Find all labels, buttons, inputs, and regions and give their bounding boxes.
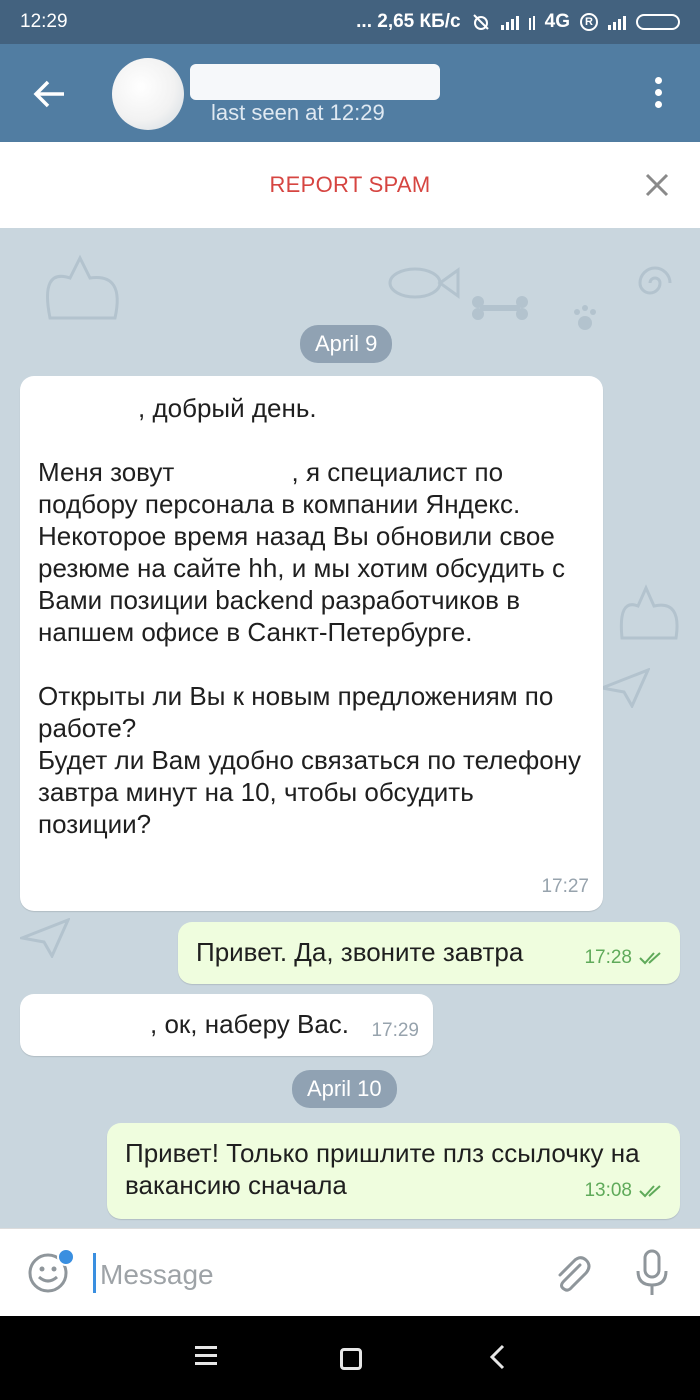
message-time: 17:28	[584, 947, 632, 968]
cat-doodle-icon-2	[619, 584, 679, 640]
system-nav-bar	[0, 1316, 700, 1400]
notification-dot	[57, 1248, 75, 1266]
cat-doodle-icon	[46, 254, 119, 320]
message-meta: 13:08	[584, 1175, 666, 1207]
signal-icon-2	[608, 14, 626, 30]
message-input[interactable]	[98, 1251, 522, 1299]
redacted-name	[38, 398, 138, 423]
outgoing-message[interactable]: Привет. Да, звоните завтра 17:28	[178, 922, 680, 984]
microphone-icon[interactable]	[632, 1247, 672, 1299]
fish-doodle-icon	[388, 267, 460, 299]
text-cursor	[93, 1253, 96, 1293]
message-text: , ок, наберу Вас.	[150, 1009, 350, 1039]
message-time: 17:29	[371, 1020, 419, 1041]
message-meta: 17:29	[371, 1015, 419, 1047]
date-separator: April 9	[300, 325, 393, 363]
swirl-doodle-icon	[638, 266, 672, 295]
network-type: 4G	[544, 11, 570, 32]
recent-apps-icon[interactable]	[195, 1346, 217, 1366]
alarm-off-icon	[472, 14, 489, 30]
double-check-icon	[639, 952, 661, 965]
data-arrows-icon	[528, 14, 535, 30]
menu-dots-icon[interactable]	[646, 74, 670, 114]
message-text: , добрый день. Меня зовут , я специалист…	[38, 393, 582, 839]
report-spam-bar: REPORT SPAM	[0, 142, 700, 228]
status-indicators: ... 2,65 КБ/с 4G R	[356, 11, 680, 33]
status-time: 12:29	[20, 11, 68, 32]
last-seen-status: last seen at 12:29	[211, 100, 385, 125]
message-time: 17:27	[541, 876, 589, 897]
redacted-name-2	[181, 462, 292, 487]
incoming-message[interactable]: , добрый день. Меня зовут , я специалист…	[20, 376, 603, 911]
network-speed: ... 2,65 КБ/с	[356, 11, 461, 32]
back-arrow-icon[interactable]	[30, 74, 70, 114]
roaming-icon: R	[580, 13, 598, 31]
plane-doodle-icon-2	[20, 918, 70, 958]
home-icon[interactable]	[340, 1348, 362, 1370]
bone-doodle-icon	[472, 296, 528, 320]
battery-icon	[636, 14, 680, 30]
date-separator: April 10	[292, 1070, 397, 1108]
attach-icon[interactable]	[550, 1251, 594, 1295]
redacted-name	[38, 1014, 150, 1039]
close-icon[interactable]	[644, 172, 670, 198]
incoming-message[interactable]: , ок, наберу Вас. 17:29	[20, 994, 433, 1056]
chat-header: last seen at 12:29	[0, 44, 700, 142]
double-check-icon	[639, 1185, 661, 1198]
status-bar: 12:29 ... 2,65 КБ/с 4G R	[0, 0, 700, 44]
outgoing-message[interactable]: Привет! Только пришлите плз ссылочку на …	[107, 1123, 680, 1219]
paw-doodle-icon	[574, 305, 596, 330]
nav-back-icon[interactable]	[488, 1344, 506, 1370]
message-time: 13:08	[584, 1180, 632, 1201]
avatar[interactable]	[112, 58, 184, 130]
message-input-bar	[0, 1228, 700, 1317]
message-meta: 17:27	[541, 871, 589, 903]
plane-doodle-icon	[600, 668, 650, 708]
message-text: Привет! Только пришлите плз ссылочку на …	[125, 1138, 640, 1200]
message-text: Привет. Да, звоните завтра	[196, 937, 524, 967]
report-spam-button[interactable]: REPORT SPAM	[269, 172, 430, 198]
contact-name-redacted[interactable]	[190, 64, 440, 100]
signal-icon	[500, 14, 519, 30]
chat-area[interactable]: April 9 , добрый день. Меня зовут , я сп…	[0, 228, 700, 1228]
message-meta: 17:28	[584, 942, 666, 974]
